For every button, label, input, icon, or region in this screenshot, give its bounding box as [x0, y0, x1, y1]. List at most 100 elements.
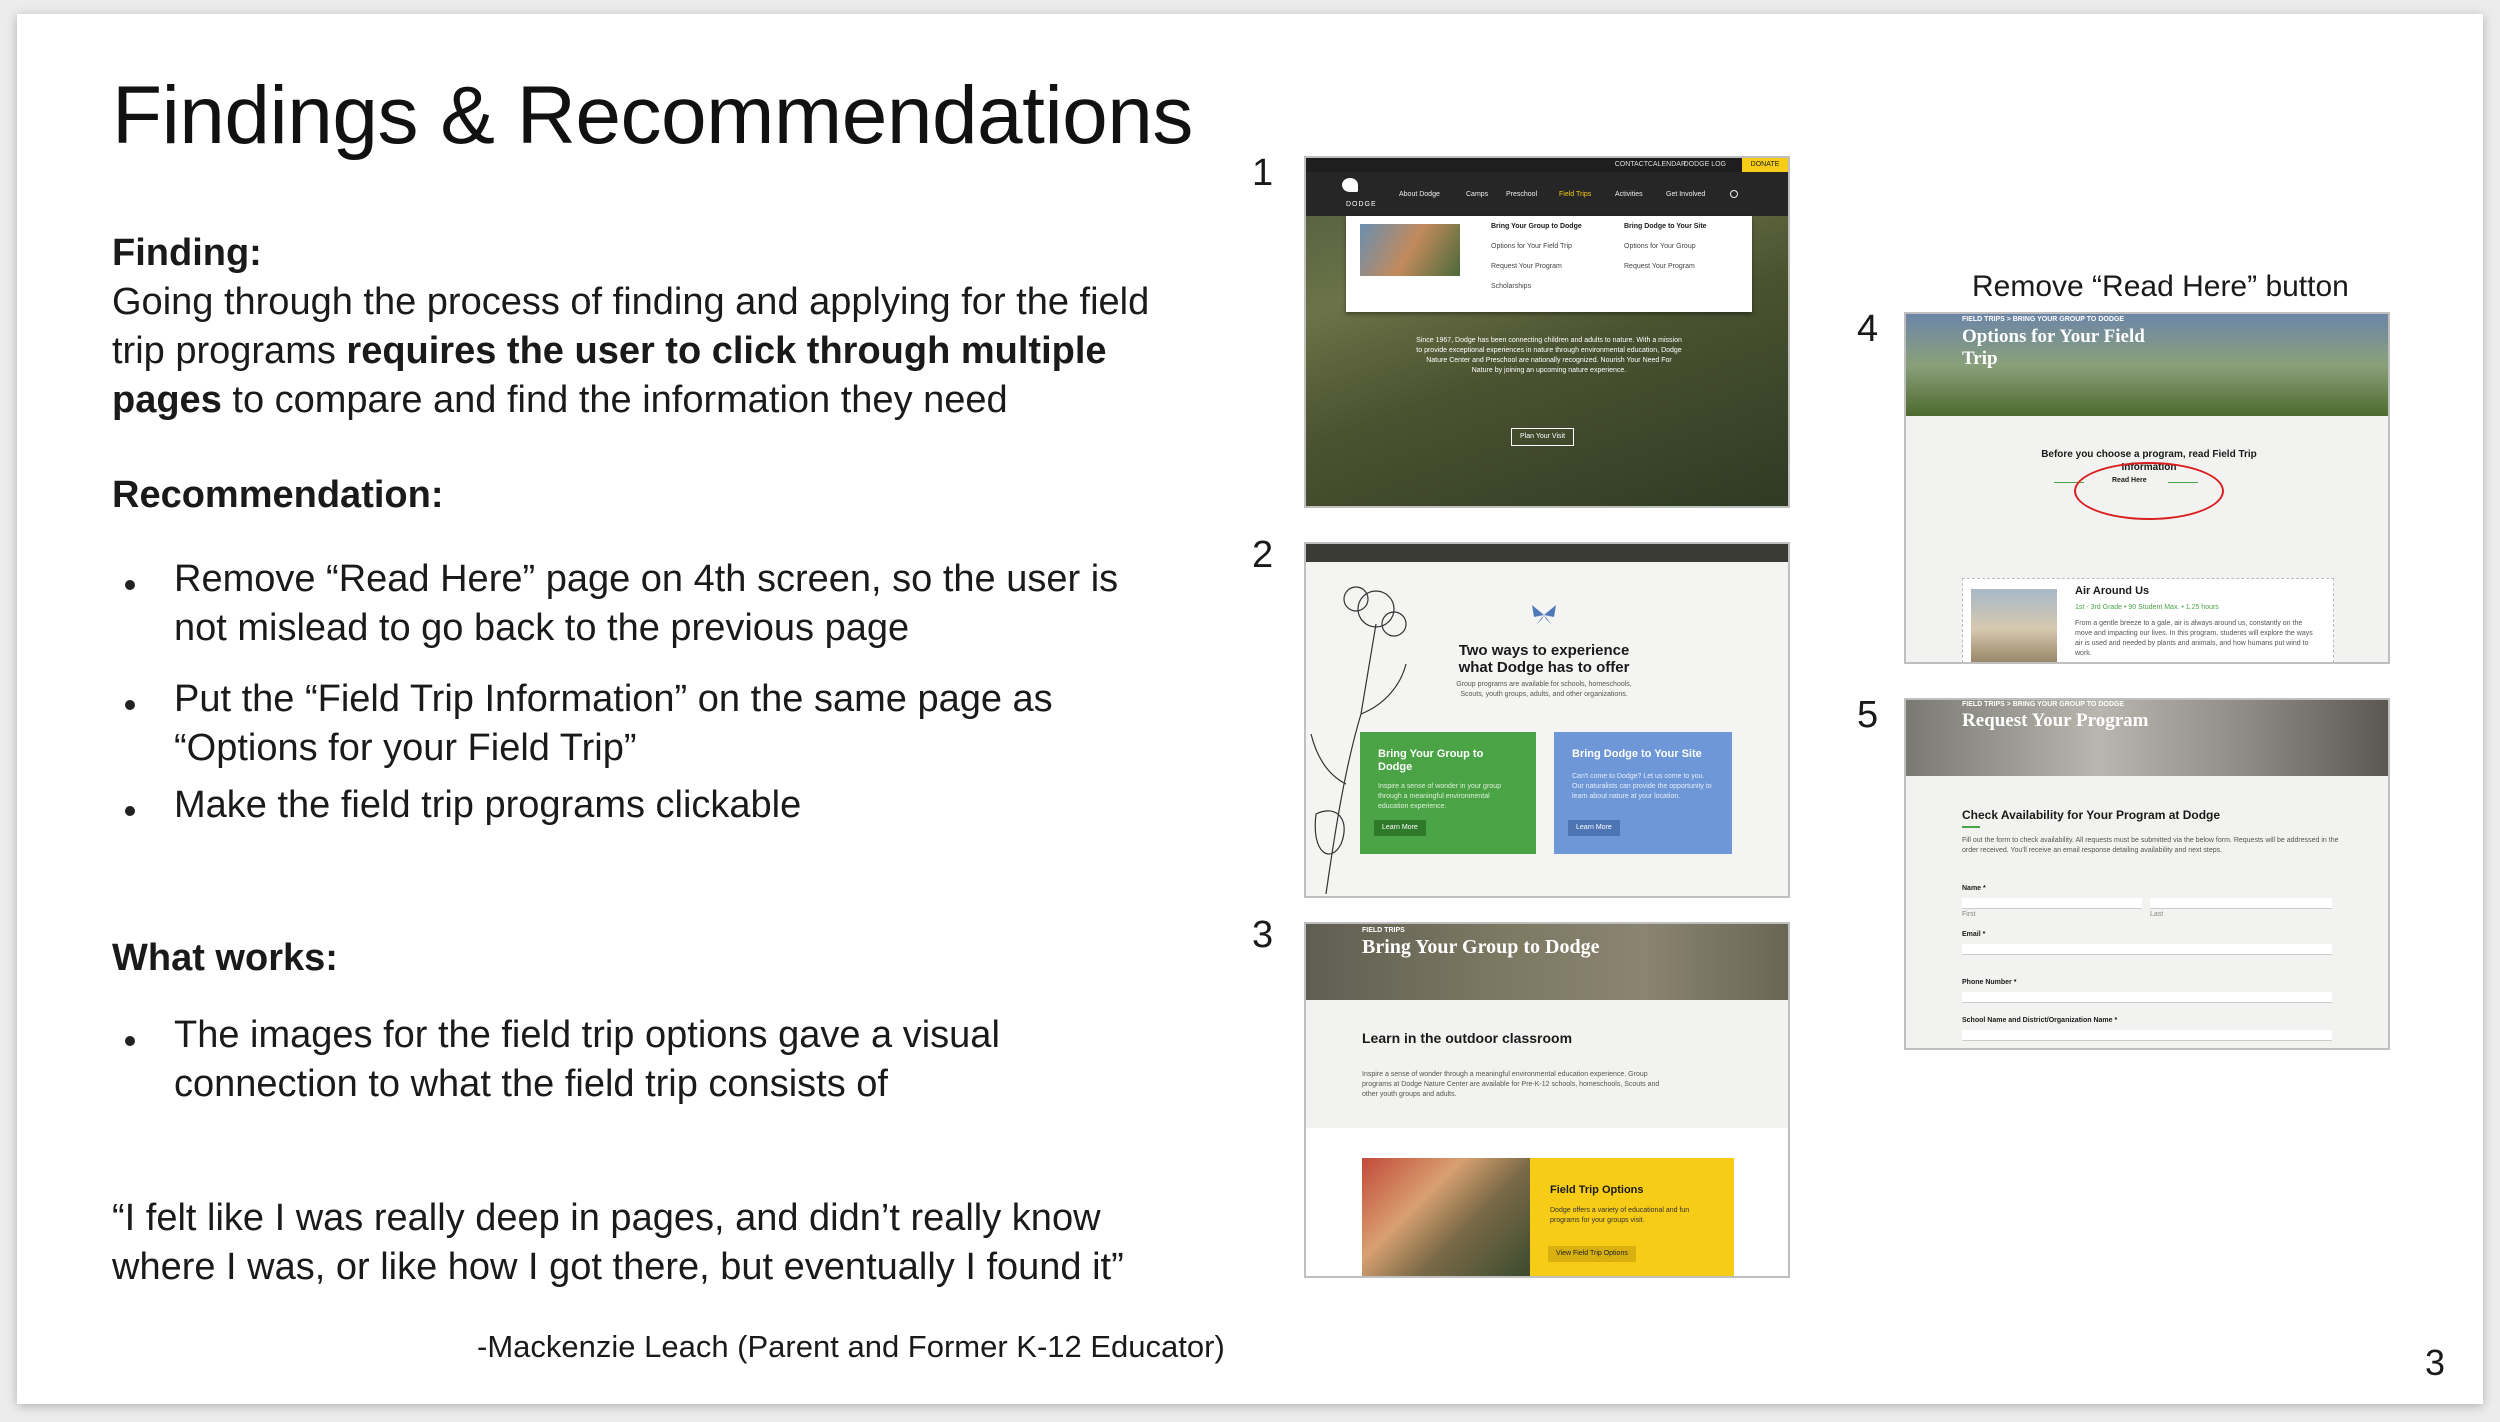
field-label-email: Email *	[1962, 931, 1986, 938]
program-card: Air Around Us 1st - 3rd Grade • 90 Stude…	[1962, 578, 2334, 662]
card-text: Dodge offers a variety of educational an…	[1550, 1207, 1690, 1224]
recommendation-3-line-1: Make the field trip programs clickable	[174, 784, 802, 826]
logo-text: DODGE	[1346, 201, 1377, 208]
nav-get-involved: Get Involved	[1666, 191, 1706, 198]
card-bring-group: Bring Your Group to Dodge Inspire a sens…	[1360, 732, 1536, 854]
bird-logo-icon	[1342, 178, 1358, 192]
card2-text: Can't come to Dodge? Let us come to you.…	[1572, 773, 1712, 800]
heading-underline	[1962, 826, 1980, 828]
quote-attribution: -Mackenzie Leach (Parent and Former K-12…	[477, 1329, 1225, 1364]
input-phone	[1962, 992, 2332, 1003]
card-bring-dodge: Bring Dodge to Your Site Can't come to D…	[1554, 732, 1732, 854]
recommendation-2-line-2: “Options for your Field Trip”	[174, 727, 637, 769]
view-options-button: View Field Trip Options	[1548, 1246, 1636, 1262]
two-ways-sub: Group programs are available for schools…	[1456, 681, 1632, 698]
card-title: Field Trip Options	[1550, 1184, 1644, 1196]
slide-title: Findings & Recommendations	[112, 70, 1193, 161]
finding-heading: Finding:	[112, 232, 262, 274]
program-text: From a gentle breeze to a gale, air is a…	[2075, 620, 2313, 657]
menu-col2-item-2: Request Your Program	[1624, 263, 1695, 270]
screen-number-5: 5	[1857, 694, 1879, 736]
field-label-school: School Name and District/Organization Na…	[1962, 1017, 2118, 1024]
form-heading: Check Availability for Your Program at D…	[1962, 808, 2221, 822]
field-label-name: Name *	[1962, 885, 1986, 892]
field-label-phone: Phone Number *	[1962, 979, 2017, 986]
slide-number: 3	[2424, 1342, 2445, 1383]
banner-kicker: FIELD TRIPS	[1362, 927, 1405, 934]
nav-about: About Dodge	[1399, 191, 1440, 198]
bullet-dot	[125, 1036, 135, 1046]
sub-first: First	[1962, 911, 1976, 918]
banner-title: Request Your Program	[1962, 710, 2149, 731]
nav-field-trips: Field Trips	[1559, 191, 1592, 198]
card2-title: Bring Dodge to Your Site	[1572, 748, 1702, 760]
banner-kicker: FIELD TRIPS > BRING YOUR GROUP TO DODGE	[1962, 701, 2124, 708]
what-works-1-line-2: connection to what the field trip consis…	[174, 1063, 888, 1105]
plan-visit-button: Plan Your Visit	[1511, 428, 1575, 446]
menu-col1-item-2: Request Your Program	[1491, 263, 1562, 270]
util-contact: CONTACT	[1614, 161, 1648, 168]
quote-line-2: where I was, or like how I got there, bu…	[112, 1246, 1124, 1288]
donate-button: DONATE	[1742, 158, 1788, 172]
search-icon	[1730, 190, 1738, 198]
field-trip-options-card: Field Trip Options Dodge offers a variet…	[1530, 1158, 1734, 1276]
screen-number-1: 1	[1252, 152, 1274, 194]
finding-line-3-text: to compare and find the information they…	[221, 379, 1008, 421]
screen-number-4: 4	[1857, 308, 1879, 350]
slide: Findings & Recommendations Finding: Goin…	[17, 14, 2483, 1404]
what-works-heading: What works:	[112, 937, 338, 979]
bullet-dot	[125, 700, 135, 710]
kids-photo	[1362, 1158, 1530, 1276]
program-title: Air Around Us	[2075, 585, 2150, 597]
finding-line-1: Going through the process of finding and…	[112, 281, 1150, 323]
bullet-dot	[125, 580, 135, 590]
nav-camps: Camps	[1466, 191, 1489, 198]
finding-line-2: trip programs requires the user to click…	[112, 327, 1107, 376]
card1-button: Learn More	[1374, 820, 1426, 836]
highlight-circle	[2074, 462, 2224, 520]
nav-activities: Activities	[1615, 191, 1643, 198]
util-dodge-log: DODGE LOG	[1683, 161, 1726, 168]
card2-button: Learn More	[1568, 820, 1620, 836]
screenshot-1-homepage: CONTACT CALENDAR DODGE LOG DONATE DODGE …	[1304, 156, 1790, 508]
main-nav	[1306, 172, 1788, 216]
finding-line-3: pages to compare and find the informatio…	[112, 376, 1008, 425]
recommendation-heading: Recommendation:	[112, 474, 444, 516]
screenshot-4-options: FIELD TRIPS > BRING YOUR GROUP TO DODGE …	[1904, 312, 2390, 664]
menu-col1-item-1: Options for Your Field Trip	[1491, 243, 1572, 250]
two-ways-heading: Two ways to experience what Dodge has to…	[1458, 642, 1630, 676]
what-works-1-line-1: The images for the field trip options ga…	[174, 1014, 1000, 1056]
banner-title: Bring Your Group to Dodge	[1362, 936, 1600, 958]
card1-text: Inspire a sense of wonder in your group …	[1378, 783, 1501, 810]
menu-col1-title: Bring Your Group to Dodge	[1491, 223, 1582, 230]
screenshot-2-two-ways: Two ways to experience what Dodge has to…	[1304, 542, 1790, 898]
section-text: Inspire a sense of wonder through a mean…	[1362, 1071, 1660, 1098]
screenshot-3-bring-group: FIELD TRIPS Bring Your Group to Dodge Le…	[1304, 922, 1790, 1278]
screenshot-5-request: FIELD TRIPS > BRING YOUR GROUP TO DODGE …	[1904, 698, 2390, 1050]
hero-text: Since 1967, Dodge has been connecting ch…	[1416, 337, 1682, 374]
section-heading: Learn in the outdoor classroom	[1362, 1030, 1573, 1046]
recommendation-1-line-2: not mislead to go back to the previous p…	[174, 607, 910, 649]
util-calendar: CALENDAR	[1647, 161, 1686, 168]
input-last	[2150, 898, 2332, 909]
banner-title: Options for Your Field Trip	[1962, 326, 2145, 369]
butterfly-icon	[1532, 605, 1556, 625]
screen-number-2: 2	[1252, 534, 1274, 576]
input-email	[1962, 944, 2332, 955]
finding-line-2-text: trip programs	[112, 330, 347, 372]
recommendation-2-line-1: Put the “Field Trip Information” on the …	[174, 678, 1053, 720]
recommendation-1-line-1: Remove “Read Here” page on 4th screen, s…	[174, 558, 1119, 600]
top-band	[1306, 544, 1788, 562]
finding-emphasis-2: pages	[112, 379, 222, 421]
menu-col1-item-3: Scholarships	[1491, 283, 1532, 290]
screen-4-annotation: Remove “Read Here” button	[1972, 270, 2349, 303]
windmill-photo	[1971, 589, 2057, 662]
card1-title: Bring Your Group to Dodge	[1378, 748, 1484, 773]
input-first	[1962, 898, 2142, 909]
menu-col2-item-1: Options for Your Group	[1624, 243, 1696, 250]
screen-number-3: 3	[1252, 914, 1274, 956]
finding-emphasis-1: requires the user to click through multi…	[346, 330, 1107, 372]
form-text: Fill out the form to check availability.…	[1962, 837, 2339, 854]
input-school	[1962, 1030, 2332, 1041]
menu-col2-title: Bring Dodge to Your Site	[1624, 223, 1707, 230]
